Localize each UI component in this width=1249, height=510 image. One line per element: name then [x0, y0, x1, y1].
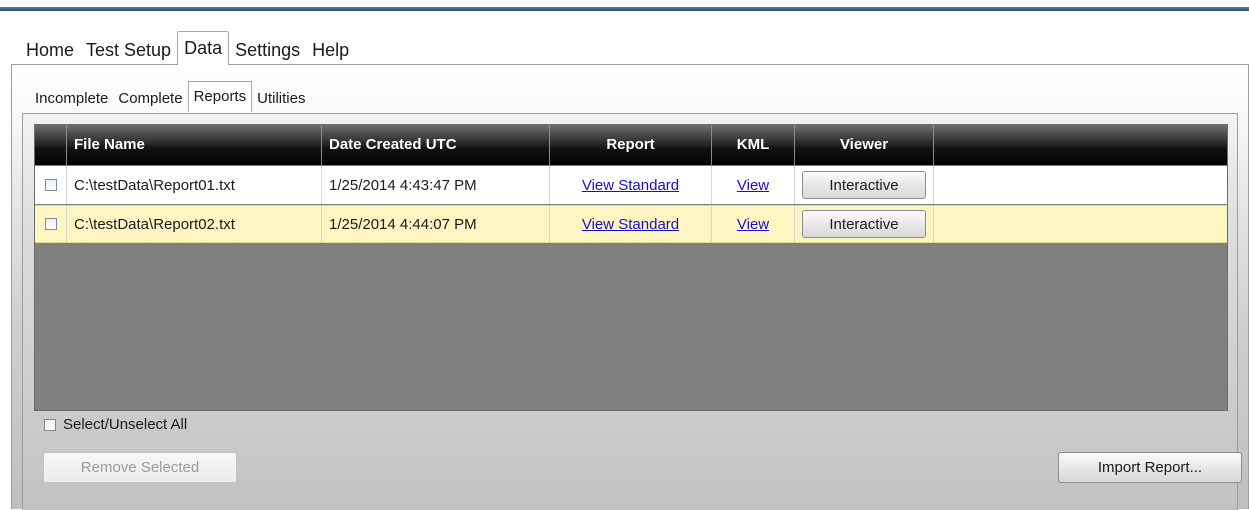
select-all-control[interactable]: Select/Unselect All: [44, 416, 187, 433]
grid-header: File Name Date Created UTC Report KML Vi…: [35, 125, 1227, 165]
data-panel: Incomplete Complete Reports Utilities Fi…: [11, 64, 1249, 510]
filler-cell: [934, 166, 1227, 204]
row-checkbox-cell: [35, 166, 67, 204]
report-cell: View Standard: [550, 206, 712, 242]
select-all-checkbox[interactable]: [44, 418, 56, 431]
date-created-cell: 1/25/2014 4:43:47 PM: [322, 166, 550, 204]
subtab-reports[interactable]: Reports: [187, 81, 253, 112]
subtab-incomplete[interactable]: Incomplete: [30, 86, 113, 112]
view-kml-link[interactable]: View: [737, 216, 769, 233]
tab-home[interactable]: Home: [20, 35, 80, 65]
view-standard-link[interactable]: View Standard: [582, 177, 679, 194]
tab-help[interactable]: Help: [306, 35, 355, 65]
tab-data[interactable]: Data: [177, 31, 230, 65]
table-row-selected[interactable]: C:\testData\Report02.txt 1/25/2014 4:44:…: [35, 205, 1227, 243]
viewer-cell: Interactive: [795, 166, 934, 204]
header-date-created[interactable]: Date Created UTC: [322, 125, 550, 165]
report-cell: View Standard: [550, 166, 712, 204]
kml-cell: View: [712, 166, 795, 204]
interactive-viewer-button[interactable]: Interactive: [802, 210, 926, 238]
reports-panel: File Name Date Created UTC Report KML Vi…: [22, 113, 1242, 510]
viewer-cell: Interactive: [795, 206, 934, 242]
header-report[interactable]: Report: [550, 125, 712, 165]
row-checkbox[interactable]: [44, 218, 57, 230]
tab-settings[interactable]: Settings: [229, 35, 306, 65]
view-kml-link[interactable]: View: [737, 177, 769, 194]
subtab-utilities[interactable]: Utilities: [252, 86, 310, 112]
tab-test-setup[interactable]: Test Setup: [80, 35, 177, 65]
reports-grid: File Name Date Created UTC Report KML Vi…: [34, 124, 1228, 411]
file-name-cell: C:\testData\Report01.txt: [67, 166, 322, 204]
table-row[interactable]: C:\testData\Report01.txt 1/25/2014 4:43:…: [35, 166, 1227, 204]
header-file-name[interactable]: File Name: [67, 125, 322, 165]
row-checkbox[interactable]: [44, 179, 57, 191]
kml-cell: View: [712, 206, 795, 242]
view-standard-link[interactable]: View Standard: [582, 216, 679, 233]
data-sub-tabs: Incomplete Complete Reports Utilities: [30, 81, 310, 112]
file-name-cell: C:\testData\Report02.txt: [67, 206, 322, 242]
select-all-label: Select/Unselect All: [63, 416, 188, 433]
window-top-border: [0, 7, 1249, 11]
subtab-complete[interactable]: Complete: [113, 86, 187, 112]
header-checkbox-column: [35, 125, 67, 165]
header-viewer[interactable]: Viewer: [795, 125, 934, 165]
import-report-button[interactable]: Import Report...: [1058, 452, 1242, 483]
main-menu-tabs: Home Test Setup Data Settings Help: [20, 31, 355, 65]
header-filler: [934, 125, 1227, 165]
interactive-viewer-button[interactable]: Interactive: [802, 171, 926, 199]
row-checkbox-cell: [35, 206, 67, 242]
header-kml[interactable]: KML: [712, 125, 795, 165]
filler-cell: [934, 206, 1227, 242]
remove-selected-button[interactable]: Remove Selected: [43, 452, 237, 483]
date-created-cell: 1/25/2014 4:44:07 PM: [322, 206, 550, 242]
